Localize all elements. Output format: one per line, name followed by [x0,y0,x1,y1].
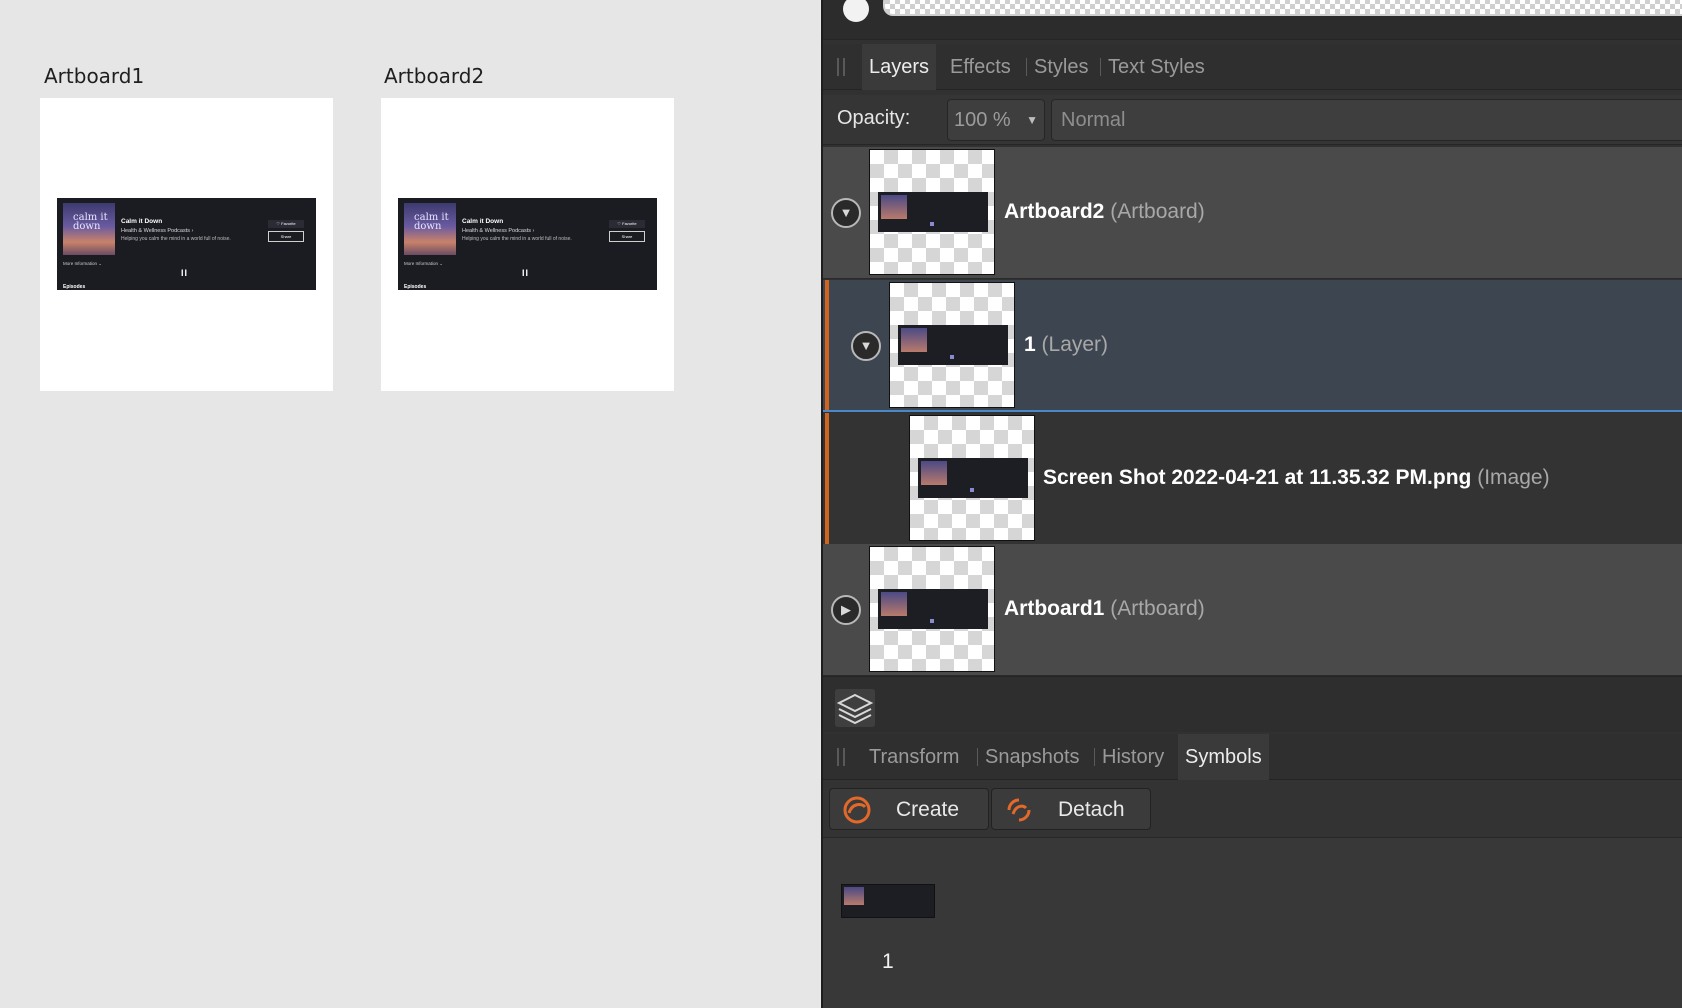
layer-thumbnail [869,546,995,672]
symbol-actions: Create Detach [823,780,1682,838]
opacity-value: 100 % [954,109,1011,131]
layer-thumbnail [909,415,1035,541]
collapse-triangle-icon[interactable]: ▼ [831,198,861,228]
layer-row-1[interactable]: ▼ 1 (Layer) [823,280,1682,412]
panel-grip-icon[interactable] [837,748,845,766]
layer-thumbnail [889,282,1015,408]
color-opacity-strip [823,0,1682,40]
opacity-row: Opacity: 100 % ▼ Normal [823,95,1682,145]
symbol-label[interactable]: 1 [882,950,894,974]
expand-triangle-icon[interactable]: ▶ [831,595,861,625]
chevron-down-icon: ▼ [1026,113,1038,127]
layer-thumbnail [869,149,995,275]
layer-row-artboard2[interactable]: ▼ Artboard2 (Artboard) [823,147,1682,279]
pause-icon: II [522,268,530,278]
artboard1-title[interactable]: Artboard1 [44,64,144,88]
favorite-button: ♡ Favorite [268,220,304,228]
layer-accent-bar [825,413,829,544]
episodes-heading: Episodes [404,284,427,290]
symbol-thumbnail[interactable] [841,884,935,918]
podcast-cover: calm it down [63,203,115,255]
color-swatch[interactable] [843,0,869,22]
create-symbol-icon [843,796,871,824]
more-information: More Information ⌄ [63,261,103,266]
episodes-heading: Episodes [63,284,86,290]
detach-symbol-icon [1007,798,1031,822]
opacity-dropdown[interactable]: 100 % ▼ [947,99,1045,141]
layer-name: Artboard2 [1004,200,1105,223]
tab-effects[interactable]: Effects [943,44,1018,90]
collapse-triangle-icon[interactable]: ▼ [851,331,881,361]
podcast-screenshot[interactable]: calm it down Calm it Down Health & Welln… [398,198,657,290]
podcast-description: Helping you calm the mind in a world ful… [121,236,231,242]
podcast-cover: calm it down [404,203,456,255]
podcast-category: Health & Wellness Podcasts › [462,228,535,234]
panel-grip-icon[interactable] [837,58,845,76]
layers-footer [823,676,1682,732]
more-information: More Information ⌄ [404,261,444,266]
symbols-list: 1 [823,838,1682,1008]
podcast-screenshot[interactable]: calm it down Calm it Down Health & Welln… [57,198,316,290]
podcast-category: Health & Wellness Podcasts › [121,228,194,234]
blend-mode-dropdown[interactable]: Normal [1051,99,1682,141]
layer-label: 1 (Layer) [1024,333,1108,357]
cover-text: calm it down [73,212,108,232]
layer-type: (Layer) [1041,333,1109,356]
tab-layers[interactable]: Layers [862,44,937,90]
layer-name: Artboard1 [1004,597,1105,620]
layer-label: Screen Shot 2022-04-21 at 11.35.32 PM.pn… [1043,466,1550,490]
artboard2[interactable]: calm it down Calm it Down Health & Welln… [381,98,674,391]
layer-name: 1 [1024,333,1036,356]
artboard2-title[interactable]: Artboard2 [384,64,484,88]
layer-type: (Artboard) [1110,200,1205,223]
tab-styles[interactable]: Styles [1027,44,1095,90]
layer-accent-bar [825,280,829,410]
detach-label: Detach [1058,798,1125,821]
podcast-description: Helping you calm the mind in a world ful… [462,236,572,242]
layers-tabbar: Layers Effects Styles Text Styles [823,44,1682,90]
tab-transform[interactable]: Transform [862,734,966,780]
tab-text-styles[interactable]: Text Styles [1101,44,1212,90]
layer-label: Artboard2 (Artboard) [1004,200,1205,224]
layer-row-screenshot-image[interactable]: Screen Shot 2022-04-21 at 11.35.32 PM.pn… [823,413,1682,545]
share-button: Share [609,231,645,242]
podcast-title: Calm it Down [462,218,504,225]
opacity-label: Opacity: [837,107,911,129]
layer-type: (Artboard) [1110,597,1205,620]
share-button: Share [268,231,304,242]
symbols-tabbar: Transform Snapshots History Symbols [823,734,1682,780]
create-symbol-button[interactable]: Create [829,788,989,830]
favorite-button: ♡ Favorite [609,220,645,228]
tab-history[interactable]: History [1095,734,1171,780]
layers-stack-icon[interactable] [835,689,875,727]
layer-name: Screen Shot 2022-04-21 at 11.35.32 PM.pn… [1043,466,1472,489]
opacity-slider[interactable] [883,0,1682,16]
artboard1[interactable]: calm it down Calm it Down Health & Welln… [40,98,333,391]
studio-panel: Layers Effects Styles Text Styles Opacit… [821,0,1682,1008]
detach-symbol-button[interactable]: Detach [991,788,1151,830]
pause-icon: II [181,268,189,278]
layer-row-artboard1[interactable]: ▶ Artboard1 (Artboard) [823,544,1682,676]
canvas[interactable]: Artboard1 calm it down Calm it Down Heal… [0,0,821,1008]
tab-symbols[interactable]: Symbols [1178,734,1269,780]
podcast-title: Calm it Down [121,218,163,225]
tab-snapshots[interactable]: Snapshots [978,734,1087,780]
cover-text: calm it down [414,212,449,232]
layer-label: Artboard1 (Artboard) [1004,597,1205,621]
layer-type: (Image) [1477,466,1550,489]
create-label: Create [896,798,960,821]
